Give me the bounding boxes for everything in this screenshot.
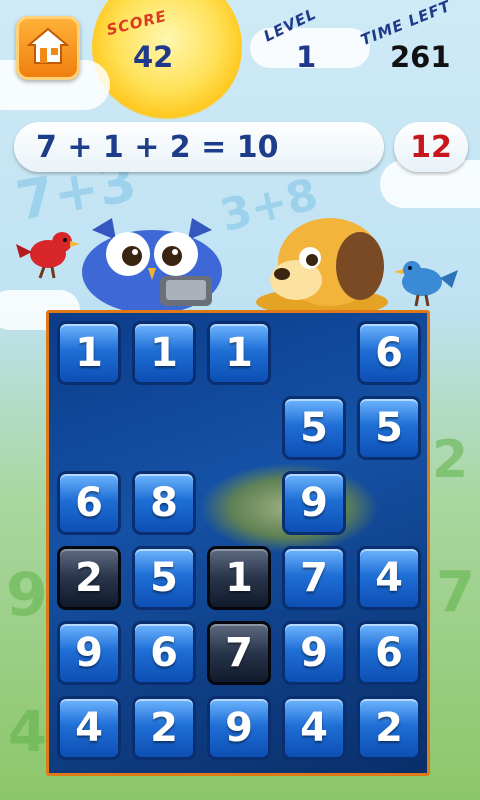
number-tile[interactable]: 5: [282, 396, 346, 460]
number-tile[interactable]: 5: [357, 396, 421, 460]
number-tile[interactable]: 1: [207, 321, 271, 385]
equation-display: 7 + 1 + 2 = 10: [14, 122, 384, 172]
background-digit: 9: [6, 560, 48, 630]
number-tile[interactable]: 9: [57, 621, 121, 685]
number-tile[interactable]: 1: [207, 546, 271, 610]
number-tile[interactable]: 1: [132, 321, 196, 385]
number-tile[interactable]: 9: [282, 471, 346, 535]
blue-bird-illustration: [390, 252, 460, 312]
number-tile[interactable]: 5: [132, 546, 196, 610]
puppy-illustration: [252, 210, 402, 316]
number-tile[interactable]: 6: [132, 621, 196, 685]
background-digit: 7: [436, 560, 475, 625]
number-tile[interactable]: 4: [357, 546, 421, 610]
number-tile[interactable]: 4: [282, 696, 346, 760]
time-left-value: 261: [390, 40, 451, 74]
number-tile[interactable]: 8: [132, 471, 196, 535]
owl-illustration: [72, 210, 252, 314]
number-tile[interactable]: 2: [132, 696, 196, 760]
number-tile[interactable]: 4: [57, 696, 121, 760]
game-board: 111655689251749679642942: [46, 310, 430, 776]
number-tile[interactable]: 7: [282, 546, 346, 610]
home-icon: [26, 26, 70, 70]
number-tile[interactable]: 6: [357, 321, 421, 385]
number-tile[interactable]: 6: [57, 471, 121, 535]
home-button[interactable]: [16, 16, 80, 80]
level-value: 1: [296, 40, 317, 74]
target-number: 12: [394, 122, 468, 172]
number-tile[interactable]: 9: [282, 621, 346, 685]
background-digit: 4: [8, 700, 47, 765]
number-tile[interactable]: 1: [57, 321, 121, 385]
number-tile[interactable]: 7: [207, 621, 271, 685]
score-value: 42: [133, 40, 174, 74]
number-tile[interactable]: 2: [357, 696, 421, 760]
background-digit: 2: [432, 430, 469, 490]
number-tile[interactable]: 6: [357, 621, 421, 685]
number-tile[interactable]: 2: [57, 546, 121, 610]
number-tile[interactable]: 9: [207, 696, 271, 760]
